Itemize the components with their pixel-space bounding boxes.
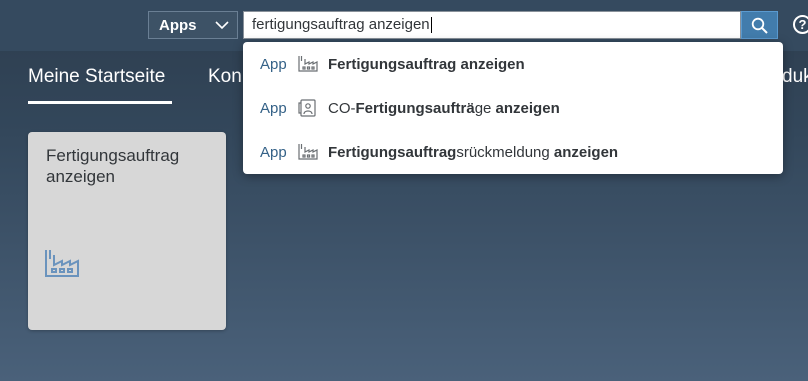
search-input[interactable]: fertigungsauftrag anzeigen <box>243 11 741 39</box>
tab-meine-startseite[interactable]: Meine Startseite <box>28 66 165 88</box>
suggestion-item[interactable]: App Fertigungsauftragsrückmeldung anzeig… <box>243 130 783 174</box>
suggestion-text-part: ge <box>474 99 496 117</box>
tile-title: Fertigungsauftrag anzeigen <box>46 146 180 186</box>
search-input-value: fertigungsauftrag anzeigen <box>252 16 430 33</box>
text-cursor <box>430 17 432 34</box>
help-icon: ? <box>798 17 807 32</box>
suggestion-type: App <box>260 143 287 161</box>
chevron-down-icon <box>215 20 229 29</box>
help-button[interactable]: ? <box>793 15 808 34</box>
suggestion-type: App <box>260 99 287 117</box>
suggestion-item[interactable]: App Fertigungsauftrag anzeigen <box>243 42 783 86</box>
suggestion-text-part: srückmeldung <box>456 143 554 161</box>
suggestion-text-part: Fertigungsauftrag anzeigen <box>328 55 525 73</box>
suggestion-text-part: Fertigungsaufträ <box>355 99 475 117</box>
search-icon <box>751 17 768 34</box>
tab-right[interactable]: duk <box>782 66 808 88</box>
suggestion-text-part: CO- <box>328 99 356 117</box>
factory-icon <box>45 250 79 277</box>
active-tab-indicator <box>28 101 172 104</box>
suggestion-text-part: Fertigungsauftrag <box>328 143 457 161</box>
search-scope-label: Apps <box>159 16 197 34</box>
tab-second[interactable]: Kon <box>208 66 242 88</box>
search-scope-select[interactable]: Apps <box>148 11 238 39</box>
app-tile-fertigungsauftrag[interactable]: Fertigungsauftrag anzeigen <box>28 132 226 330</box>
co-order-icon <box>298 99 316 117</box>
search-suggestions-dropdown: App Fertigungsauftrag anzeigen App CO-Fe… <box>243 42 783 174</box>
suggestion-item[interactable]: App CO-Fertigungsaufträge anzeigen <box>243 86 783 130</box>
factory-icon <box>298 56 318 72</box>
suggestion-text: Fertigungsauftragsrückmeldung anzeigen <box>328 144 618 161</box>
factory-icon <box>298 144 318 160</box>
suggestion-text-part: anzeigen <box>553 143 619 161</box>
search-button[interactable] <box>741 11 778 39</box>
suggestion-text-part: anzeigen <box>495 99 560 117</box>
suggestion-text: CO-Fertigungsaufträge anzeigen <box>328 100 560 117</box>
suggestion-type: App <box>260 55 287 73</box>
suggestion-text: Fertigungsauftrag anzeigen <box>328 56 525 73</box>
